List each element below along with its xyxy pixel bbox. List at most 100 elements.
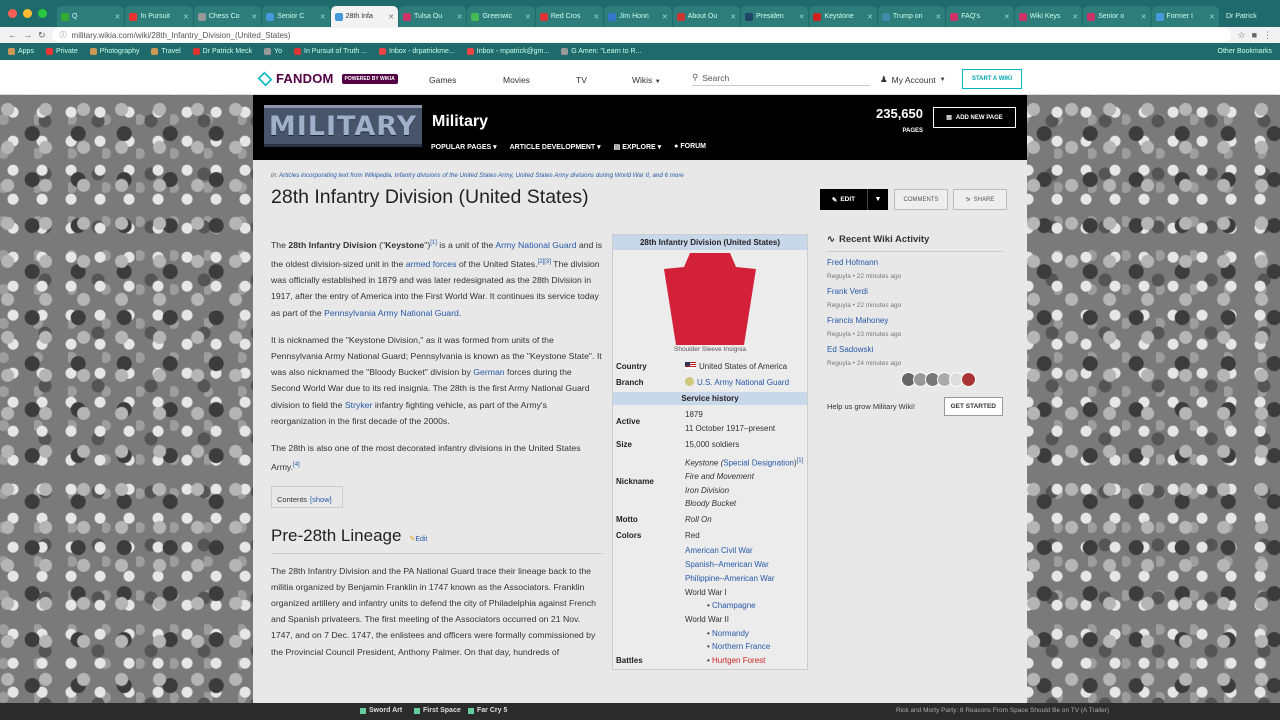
section-edit-link[interactable]: ✎Edit [409,532,427,548]
back-icon[interactable]: ← [8,30,17,40]
browser-tab[interactable]: Q ✕ [57,6,125,27]
reload-icon[interactable]: ↻ [38,30,46,41]
other-bookmarks[interactable]: Other Bookmarks [1218,48,1272,55]
minimize-window-button[interactable] [23,9,32,18]
browser-tab[interactable]: Senior o ✕ [1083,6,1151,27]
pennsylvania-guard-link[interactable]: Pennsylvania Army National Guard [324,308,459,318]
browser-tab[interactable]: Presiden ✕ [741,6,809,27]
bookmark-item[interactable]: Travel [151,48,181,55]
fandom-logo[interactable]: FANDOM POWERED BY WIKIA [257,71,398,86]
close-tab-icon[interactable]: ✕ [388,13,394,21]
browser-tab[interactable]: Jim Honn ✕ [604,6,672,27]
close-tab-icon[interactable]: ✕ [935,13,941,21]
profile-name[interactable]: Dr Patrick [1220,13,1280,27]
get-started-button[interactable]: GET STARTED [943,397,1003,416]
close-tab-icon[interactable]: ✕ [457,13,463,21]
dock-item[interactable]: Far Cry 5 [468,707,507,714]
german-link[interactable]: German [473,367,504,377]
activity-page-link[interactable]: Fred Hofmann [827,258,1003,267]
nav-popular-pages[interactable]: POPULAR PAGES ▾ [431,143,497,151]
activity-page-link[interactable]: Ed Sadowski [827,345,1003,354]
citation-link[interactable]: [2][3] [538,259,551,265]
nav-explore[interactable]: ▤ EXPLORE ▾ [614,143,662,151]
battle-link[interactable]: Philippine–American War [685,574,775,583]
close-tab-icon[interactable]: ✕ [867,13,873,21]
close-tab-icon[interactable]: ✕ [251,13,257,21]
special-designation-link[interactable]: Special Designation [723,458,794,467]
browser-tab[interactable]: Tulsa Ou ✕ [399,6,467,27]
nav-article-development[interactable]: ARTICLE DEVELOPMENT ▾ [510,143,601,151]
close-tab-icon[interactable]: ✕ [115,13,121,21]
start-a-wiki-button[interactable]: START A WIKI [962,69,1022,89]
close-tab-icon[interactable]: ✕ [1209,13,1215,21]
nav-tv[interactable]: TV [576,75,587,85]
close-tab-icon[interactable]: ✕ [525,13,531,21]
nav-movies[interactable]: Movies [503,75,530,85]
close-tab-icon[interactable]: ✕ [1072,13,1078,21]
browser-tab[interactable]: Keystone ✕ [809,6,877,27]
bookmark-item[interactable]: Inbox - drpatrickme... [379,48,455,55]
battle-link[interactable]: Spanish–American War [685,560,769,569]
battle-link[interactable]: Hurtgen Forest [712,656,765,665]
close-tab-icon[interactable]: ✕ [730,13,736,21]
close-tab-icon[interactable]: ✕ [1141,13,1147,21]
maximize-window-button[interactable] [38,9,47,18]
wiki-name[interactable]: Military [432,113,488,131]
forward-icon[interactable]: → [23,30,32,40]
edit-dropdown-button[interactable]: ▼ [867,189,888,210]
share-button[interactable]: ⪖ SHARE [953,189,1007,210]
search-input[interactable]: ⚲ Search [692,72,870,86]
browser-tab[interactable]: Senior C ✕ [262,6,330,27]
comments-button[interactable]: COMMENTS [894,189,948,210]
wiki-wordmark[interactable]: MILITARY [264,105,422,147]
stryker-link[interactable]: Stryker [345,400,373,410]
edit-button[interactable]: ✎ EDIT [820,189,867,210]
battle-link[interactable]: Normandy [712,629,749,638]
bookmark-item[interactable]: Inbox - mpatrick@gm... [466,48,549,55]
crumb-categories-link[interactable]: Articles incorporating text from Wikiped… [279,172,684,179]
close-tab-icon[interactable]: ✕ [799,13,805,21]
browser-tab[interactable]: Greenwic ✕ [467,6,535,27]
browser-tab[interactable]: Chess Co ✕ [193,6,262,27]
bookmark-item[interactable]: Dr Patrick Meck [192,48,252,55]
bookmark-item[interactable]: Apps [8,48,34,55]
url-field[interactable]: ⓘ military.wikia.com/wiki/28th_Infantry_… [51,28,1232,42]
close-window-button[interactable] [8,9,17,18]
battle-link[interactable]: American Civil War [685,546,753,555]
citation-link[interactable]: [4] [293,462,300,468]
extension-icon[interactable]: ■ [1252,30,1257,40]
close-tab-icon[interactable]: ✕ [1004,13,1010,21]
keystone-insignia-image[interactable] [664,253,756,345]
info-icon[interactable]: ⓘ [60,30,67,40]
menu-icon[interactable]: ⋮ [1263,30,1272,41]
citation-link[interactable]: [1] [797,458,804,464]
army-national-guard-link[interactable]: Army National Guard [495,240,576,250]
browser-tab[interactable]: About Ou ✕ [672,6,741,27]
citation-link[interactable]: [1] [430,240,437,246]
nav-forum[interactable]: ● FORUM [674,143,706,151]
activity-page-link[interactable]: Frank Verdi [827,287,1003,296]
browser-tab[interactable]: In Pursuit ✕ [125,6,193,27]
browser-tab[interactable]: Red Cros ✕ [535,6,604,27]
close-tab-icon[interactable]: ✕ [593,13,599,21]
battle-link[interactable]: Northern France [712,642,770,651]
bookmark-item[interactable]: Photography [89,48,139,55]
contributor-avatars[interactable] [877,372,1003,387]
bookmark-star-icon[interactable]: ☆ [1237,30,1245,41]
battle-link[interactable]: Champagne [712,601,756,610]
close-tab-icon[interactable]: ✕ [183,13,189,21]
activity-page-link[interactable]: Francis Mahoney [827,316,1003,325]
browser-tab[interactable]: 28th Infa ✕ [330,6,399,27]
nav-wikis[interactable]: Wikis ▼ [632,75,661,85]
branch-link[interactable]: U.S. Army National Guard [697,378,789,387]
bookmark-item[interactable]: G Amen: "Learn to R... [561,48,641,55]
add-new-page-button[interactable]: ▤ ADD NEW PAGE [933,107,1016,128]
bookmark-item[interactable]: In Pursuit of Truth ... [294,48,367,55]
browser-tab[interactable]: FAQ's ✕ [946,6,1014,27]
bookmark-item[interactable]: Private [45,48,78,55]
account-menu[interactable]: ♟ My Account ▼ [880,74,946,85]
dock-item[interactable]: First Space [414,707,461,714]
close-tab-icon[interactable]: ✕ [662,13,668,21]
close-tab-icon[interactable]: ✕ [320,13,326,21]
browser-tab[interactable]: Trump on ✕ [877,6,946,27]
